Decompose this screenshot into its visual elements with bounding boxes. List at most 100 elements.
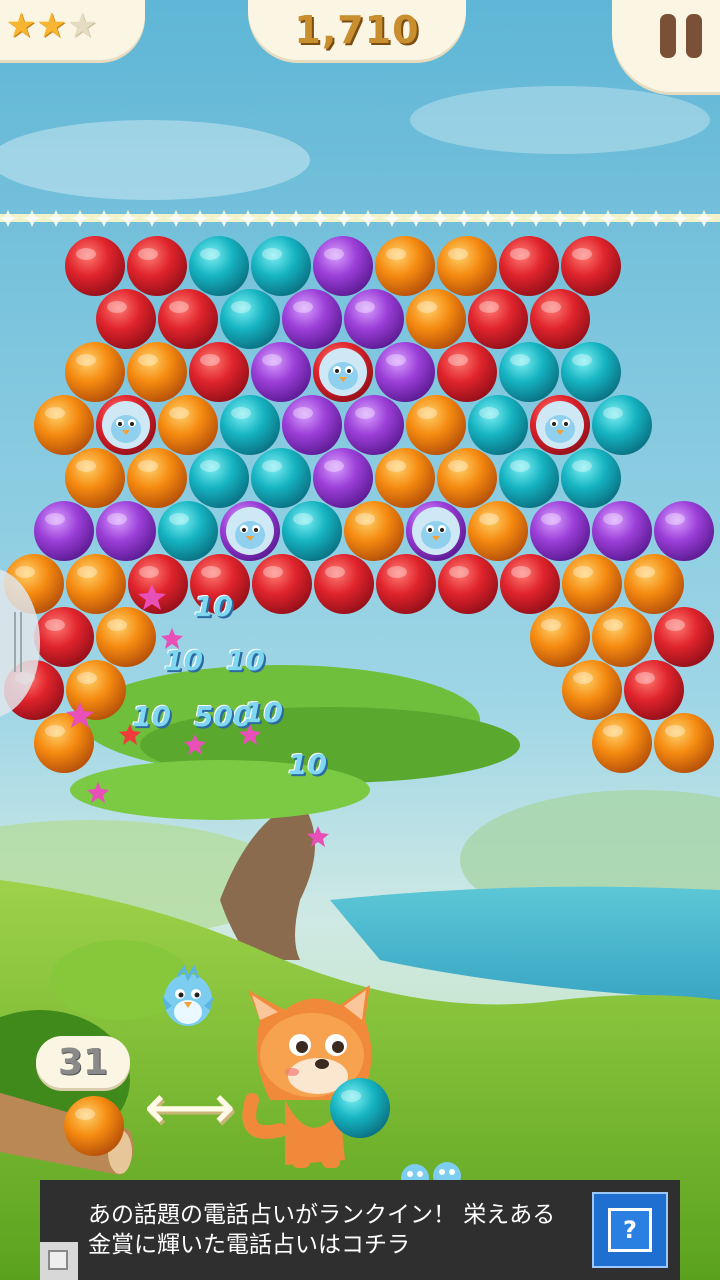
bubble-teal — [561, 448, 621, 508]
bubble-red — [252, 554, 312, 614]
bubble-orange — [624, 554, 684, 614]
bubble-purple — [592, 501, 652, 561]
bubble-teal — [220, 289, 280, 349]
bubble-orange — [344, 501, 404, 561]
bubble-orange — [562, 660, 622, 720]
bubble-red — [499, 236, 559, 296]
bubble-teal — [561, 342, 621, 402]
bubble-red — [127, 236, 187, 296]
bubble-orange — [34, 395, 94, 455]
points-popup: 10 — [164, 644, 203, 677]
bubble-orange — [592, 607, 652, 667]
bird-bubble — [406, 501, 466, 561]
bubble-orange — [96, 607, 156, 667]
points-popup: 10 — [244, 696, 283, 729]
bubble-orange — [406, 395, 466, 455]
bubble-teal — [592, 395, 652, 455]
bubble-teal — [468, 395, 528, 455]
bubble-teal — [499, 342, 559, 402]
points-popup: 10 — [226, 644, 265, 677]
ad-info-button[interactable]: ? — [592, 1192, 668, 1268]
bubble-red — [654, 607, 714, 667]
bubble-purple — [282, 289, 342, 349]
current-ball — [330, 1078, 390, 1138]
moves-left-value: 31 — [57, 1042, 109, 1083]
bubble-orange — [562, 554, 622, 614]
star-icon: ★ — [66, 6, 98, 46]
bubble-red — [438, 554, 498, 614]
bubble-purple — [654, 501, 714, 561]
bubble-red — [468, 289, 528, 349]
bubble-purple — [313, 236, 373, 296]
points-popup: 10 — [132, 700, 171, 733]
bubble-red — [314, 554, 374, 614]
bubble-purple — [530, 501, 590, 561]
bubble-red — [500, 554, 560, 614]
bubble-purple — [344, 289, 404, 349]
bubble-teal — [251, 236, 311, 296]
bubble-orange — [437, 236, 497, 296]
star-icon: ★ — [36, 6, 67, 46]
bubble-orange — [654, 713, 714, 773]
bubble-red — [189, 342, 249, 402]
ad-text-line: あの話題の電話占いがランクイン！ 栄えある — [88, 1202, 556, 1228]
bubble-red — [624, 660, 684, 720]
bubble-red — [437, 342, 497, 402]
bubble-teal — [189, 236, 249, 296]
bubble-teal — [158, 501, 218, 561]
bubble-orange — [375, 448, 435, 508]
bubble-teal — [220, 395, 280, 455]
bubble-orange — [66, 660, 126, 720]
ad-close-button[interactable] — [40, 1242, 78, 1280]
bubble-orange — [65, 342, 125, 402]
bird-bubble — [96, 395, 156, 455]
bubble-orange — [468, 501, 528, 561]
bubble-red — [34, 607, 94, 667]
bubble-red — [561, 236, 621, 296]
ad-text: あの話題の電話占いがランクイン！ 栄えある 金賞に輝いた電話占いはコチラ — [88, 1200, 608, 1260]
bubble-red — [530, 289, 590, 349]
bubble-purple — [313, 448, 373, 508]
bubble-purple — [34, 501, 94, 561]
star-icon: ★ — [6, 6, 37, 46]
bubble-red — [65, 236, 125, 296]
bubble-purple — [251, 342, 311, 402]
bubble-orange — [127, 448, 187, 508]
game-screen[interactable]: 10 10 10 10 500 10 10 ★ ★ ★ 1,710 31 ⟷ あ… — [0, 0, 720, 1280]
bubble-teal — [189, 448, 249, 508]
swap-arrows-icon: ⟷ — [144, 1071, 236, 1145]
points-popup: 10 — [194, 590, 233, 623]
bubble-orange — [158, 395, 218, 455]
bubble-orange — [437, 448, 497, 508]
bubble-purple — [282, 395, 342, 455]
bubble-red — [96, 289, 156, 349]
bubble-teal — [499, 448, 559, 508]
bubble-orange — [375, 236, 435, 296]
bird-bubble — [530, 395, 590, 455]
bubble-orange — [530, 607, 590, 667]
next-ball — [64, 1096, 124, 1156]
bubble-orange — [406, 289, 466, 349]
moves-counter: 31 — [36, 1036, 130, 1088]
ad-text-line: 金賞に輝いた電話占いはコチラ — [88, 1232, 410, 1258]
bubble-teal — [282, 501, 342, 561]
bubble-red — [376, 554, 436, 614]
bubble-orange — [65, 448, 125, 508]
star-rating: ★ ★ ★ — [6, 6, 97, 46]
bubble-orange — [127, 342, 187, 402]
bubble-red — [158, 289, 218, 349]
bird-bubble — [313, 342, 373, 402]
bubble-purple — [344, 395, 404, 455]
bubble-purple — [96, 501, 156, 561]
bird-bubble — [220, 501, 280, 561]
bubble-teal — [251, 448, 311, 508]
score-value: 1,710 — [294, 8, 420, 52]
question-mark-icon: ? — [608, 1208, 652, 1252]
game-scene — [0, 0, 720, 1280]
points-popup: 10 — [288, 748, 327, 781]
bubble-orange — [592, 713, 652, 773]
swap-button[interactable]: ⟷ — [144, 1071, 236, 1145]
ad-banner[interactable]: あの話題の電話占いがランクイン！ 栄えある 金賞に輝いた電話占いはコチラ ? — [40, 1180, 680, 1280]
bubble-purple — [375, 342, 435, 402]
pause-button[interactable] — [656, 12, 708, 62]
